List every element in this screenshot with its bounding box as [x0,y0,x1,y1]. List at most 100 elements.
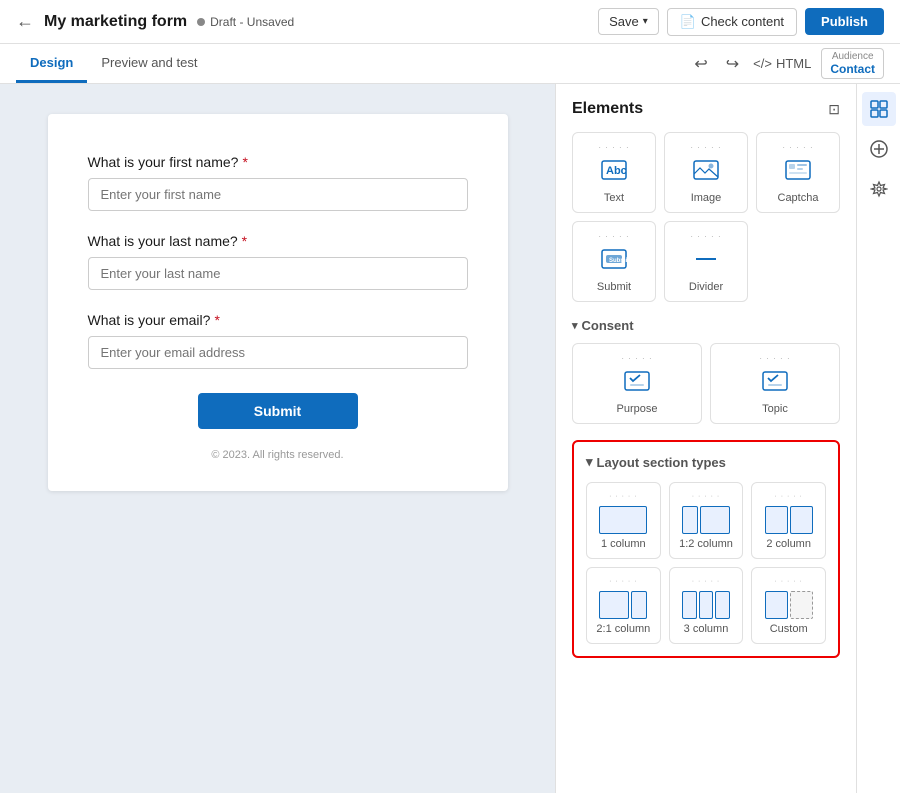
image-element-label: Image [691,192,722,204]
element-topic[interactable]: · · · · · Topic [710,343,840,424]
layout-2-1-column[interactable]: · · · · · 2:1 column [586,567,661,644]
dots-icon: · · · · · [690,143,721,152]
draft-badge: Draft - Unsaved [197,15,294,29]
audience-selector[interactable]: Audience Contact [821,48,884,79]
submit-button[interactable]: Submit [198,393,358,429]
topic-element-icon [762,371,788,397]
col-box-dashed [790,591,813,619]
dots-icon: · · · · · [782,143,813,152]
required-star-1: * [242,154,247,170]
layout-2-1-col-label: 2:1 column [596,623,650,635]
sidebar-elements-button[interactable] [862,92,896,126]
dots-icon: · · · · · [609,578,637,585]
layout-1-col-label: 1 column [601,538,646,550]
divider-element-label: Divider [689,281,723,293]
last-name-group: What is your last name? * [88,233,468,290]
col-box-2 [699,591,714,619]
back-button[interactable]: ← [16,11,34,32]
layout-1-2-column[interactable]: · · · · · 1:2 column [669,482,744,559]
element-divider[interactable]: · · · · · Divider [664,221,748,302]
save-button[interactable]: Save ▾ [598,8,659,35]
dots-icon: · · · · · [759,354,790,363]
col-box-small [631,591,647,619]
1-column-preview [599,506,647,534]
col-box [599,506,647,534]
custom-column-preview [765,591,813,619]
html-button[interactable]: </> HTML [753,56,811,71]
element-image[interactable]: · · · · · Image [664,132,748,213]
layout-custom[interactable]: · · · · · Custom [751,567,826,644]
publish-button[interactable]: Publish [805,8,884,35]
svg-text:Abc: Abc [606,165,627,177]
dots-icon: · · · · · [692,493,720,500]
layout-section-title: Layout section types [597,455,726,470]
col-box-large [599,591,629,619]
first-name-input[interactable] [88,178,468,211]
col-box-3 [715,591,730,619]
dots-icon: · · · · · [621,354,652,363]
first-name-group: What is your first name? * [88,154,468,211]
save-label: Save [609,14,639,29]
layout-2-col-label: 2 column [766,538,811,550]
layout-3-col-label: 3 column [684,623,729,635]
right-panel: Elements ⊡ · · · · · Abc Text [555,84,900,793]
elements-panel: Elements ⊡ · · · · · Abc Text [555,84,856,793]
col-box-2 [790,506,813,534]
divider-element-icon [693,249,719,275]
consent-label: Consent [582,318,634,333]
consent-section-title: ▾ Consent [572,318,840,333]
col-box-large [700,506,730,534]
tab-preview[interactable]: Preview and test [87,45,211,83]
header-right: Save ▾ 📄 Check content Publish [598,8,884,36]
layout-grid: · · · · · 1 column · · · · · 1:2 [586,482,826,644]
captcha-element-label: Captcha [778,192,819,204]
layout-1-2-col-label: 1:2 column [679,538,733,550]
tab-design[interactable]: Design [16,45,87,83]
submit-element-label: Submit [597,281,631,293]
element-text[interactable]: · · · · · Abc Text [572,132,656,213]
2-column-preview [765,506,813,534]
redo-icon[interactable]: ↪ [722,50,743,78]
chevron-down-icon: ▾ [643,16,648,27]
image-element-icon [693,160,719,186]
2-1-column-preview [599,591,647,619]
form-card: What is your first name? * What is your … [48,114,508,491]
required-star-2: * [242,233,247,249]
submit-element-icon: Submit [601,249,627,275]
dots-icon: · · · · · [774,578,802,585]
email-input[interactable] [88,336,468,369]
sidebar-settings-button[interactable] [862,172,896,206]
layout-custom-label: Custom [770,623,808,635]
col-box-1 [765,591,788,619]
header-left: ← My marketing form Draft - Unsaved [16,11,294,32]
audience-label: Audience [832,51,874,62]
col-box-1 [765,506,788,534]
form-canvas: What is your first name? * What is your … [0,84,555,793]
last-name-input[interactable] [88,257,468,290]
sidebar-add-button[interactable] [862,132,896,166]
dots-icon: · · · · · [692,578,720,585]
undo-icon[interactable]: ↩ [690,50,711,78]
element-submit[interactable]: · · · · · Submit Submit [572,221,656,302]
required-star-3: * [214,312,219,328]
check-content-icon: 📄 [680,14,696,30]
sidebar-icons [856,84,900,793]
toolbar-actions: ↩ ↪ </> HTML Audience Contact [690,48,884,79]
layout-section-header: ▾ Layout section types [586,454,826,470]
page-title: My marketing form [44,13,187,31]
layout-3-column[interactable]: · · · · · 3 column [669,567,744,644]
email-group: What is your email? * [88,312,468,369]
panel-toggle-icon[interactable]: ⊡ [828,101,840,118]
email-label: What is your email? * [88,312,468,328]
layout-1-column[interactable]: · · · · · 1 column [586,482,661,559]
col-box-1 [682,591,697,619]
consent-grid: · · · · · Purpose · · · · · [572,343,840,424]
purpose-element-icon [624,371,650,397]
element-captcha[interactable]: · · · · · Captcha [756,132,840,213]
layout-2-column[interactable]: · · · · · 2 column [751,482,826,559]
dots-icon: · · · · · [598,143,629,152]
dots-icon: · · · · · [598,232,629,241]
col-box-small [682,506,698,534]
element-purpose[interactable]: · · · · · Purpose [572,343,702,424]
check-content-button[interactable]: 📄 Check content [667,8,797,36]
